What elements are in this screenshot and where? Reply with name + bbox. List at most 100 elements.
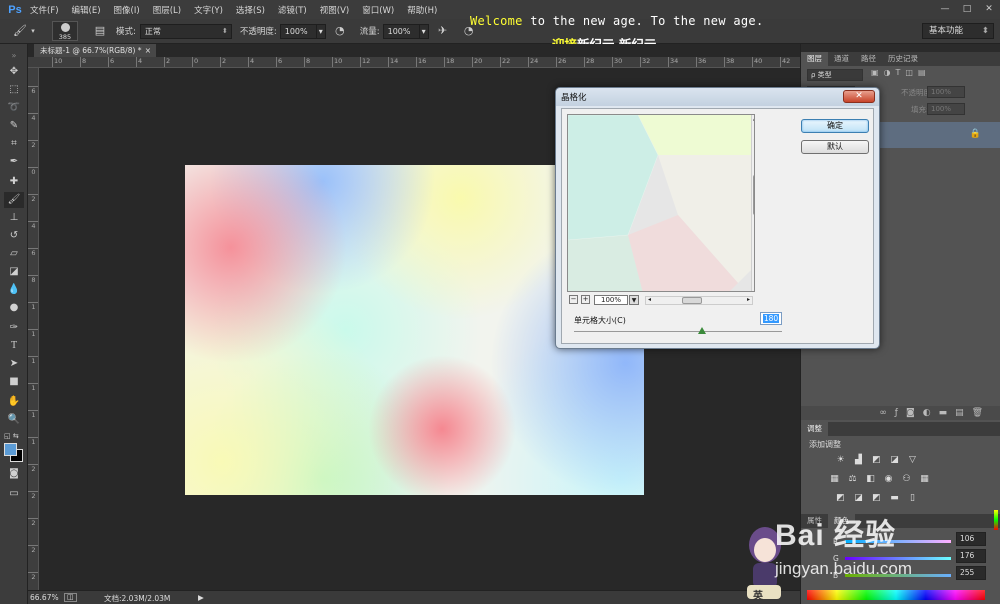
scroll-right-icon[interactable]: ▸ (747, 296, 750, 303)
paint-bucket-tool-icon[interactable]: ◪ (4, 264, 24, 280)
zoom-level[interactable]: 66.67% (30, 593, 59, 602)
scroll-up-icon[interactable]: ▲ (753, 116, 754, 122)
curves-icon[interactable]: ◩ (870, 455, 883, 466)
quick-select-tool-icon[interactable]: ✎ (4, 118, 24, 134)
clone-stamp-tool-icon[interactable]: ⊥ (4, 210, 24, 226)
menu-image[interactable]: 图像(I) (114, 4, 140, 16)
tab-channels[interactable]: 通道 (828, 52, 855, 66)
zoom-field[interactable]: 100% (594, 295, 628, 305)
chevron-down-icon[interactable]: ▼ (629, 295, 639, 305)
color-lookup-icon[interactable]: ▦ (918, 474, 931, 485)
tab-close-icon[interactable]: × (145, 44, 151, 57)
brush-preset-picker[interactable]: 385 (52, 21, 78, 41)
toolbox-collapse-icon[interactable]: » (4, 48, 24, 64)
channel-mixer-icon[interactable]: ⚇ (900, 474, 913, 485)
menu-filter[interactable]: 滤镜(T) (278, 4, 307, 16)
ok-button[interactable]: 确定 (801, 119, 869, 133)
tab-adjustments[interactable]: 调整 (801, 422, 828, 436)
history-brush-tool-icon[interactable]: ↺ (4, 228, 24, 244)
menu-file[interactable]: 文件(F) (30, 4, 59, 16)
hue-saturation-icon[interactable]: ▦ (828, 474, 841, 485)
layer-filter-select[interactable]: ρ 类型 (807, 69, 863, 81)
vibrance-icon[interactable]: ▽ (906, 455, 919, 466)
color-balance-icon[interactable]: ⚖ (846, 474, 859, 485)
mode-select[interactable]: 正常 ⬍ (139, 23, 232, 39)
layer-filter-icons[interactable]: ▣◑T◫▤ (871, 68, 931, 77)
color-g-value[interactable]: 176 (956, 549, 986, 563)
menu-type[interactable]: 文字(Y) (194, 4, 223, 16)
crop-tool-icon[interactable]: ⌗ (4, 136, 24, 152)
layers-footer-icons[interactable]: ∞ƒ◙◐▬▤🗑 (801, 406, 1000, 420)
scroll-left-icon[interactable]: ◂ (648, 296, 651, 303)
preview-hscroll-thumb[interactable] (682, 297, 702, 304)
hand-tool-icon[interactable]: ✋ (4, 394, 24, 410)
preview-scroll-thumb[interactable] (753, 175, 754, 215)
status-menu-arrow-icon[interactable]: ▶ (198, 593, 204, 602)
posterize-icon[interactable]: ◪ (852, 493, 865, 504)
gradient-map-icon[interactable]: ▬ (888, 493, 901, 504)
marquee-tool-icon[interactable]: ⬚ (4, 82, 24, 98)
status-export-icon[interactable]: ◫ (64, 593, 77, 602)
black-white-icon[interactable]: ◧ (864, 474, 877, 485)
opacity-dropdown[interactable]: ▾ (315, 23, 326, 39)
brightness-icon[interactable]: ☀ (834, 455, 847, 466)
menu-help[interactable]: 帮助(H) (407, 4, 437, 16)
foreground-color-swatch[interactable] (4, 443, 17, 456)
cell-size-slider[interactable] (574, 327, 782, 334)
pressure-opacity-icon[interactable]: ◔ (332, 23, 348, 39)
layer-fill-field[interactable]: 100% (927, 103, 965, 115)
preview-horizontal-scrollbar[interactable]: ◂ ▸ (645, 296, 753, 305)
path-selection-tool-icon[interactable]: ➤ (4, 356, 24, 372)
selective-color-icon[interactable]: ▯ (906, 493, 919, 504)
zoom-tool-icon[interactable]: 🔍 (4, 412, 24, 428)
rectangle-tool-icon[interactable]: ■ (4, 374, 24, 390)
screen-mode-icon[interactable]: ▭ (4, 486, 24, 502)
filter-preview[interactable]: ▲ (567, 114, 755, 292)
layer-opacity-field[interactable]: 100% (927, 86, 965, 98)
pen-tool-icon[interactable]: ✑ (4, 320, 24, 336)
photo-filter-icon[interactable]: ◉ (882, 474, 895, 485)
preview-vertical-scrollbar[interactable]: ▲ (751, 115, 754, 291)
opacity-field[interactable]: 100% (279, 23, 316, 39)
type-tool-icon[interactable]: T (4, 338, 24, 354)
menu-edit[interactable]: 编辑(E) (72, 4, 101, 16)
flow-dropdown[interactable]: ▾ (418, 23, 429, 39)
move-tool-icon[interactable]: ✥ (4, 64, 24, 80)
cell-size-slider-knob[interactable] (698, 327, 706, 334)
cell-size-field[interactable]: 180 (760, 312, 782, 325)
levels-icon[interactable]: ▟ (852, 455, 865, 466)
dialog-close-button[interactable]: ✕ (843, 90, 875, 103)
eraser-tool-icon[interactable]: ▱ (4, 246, 24, 262)
workspace-select[interactable]: 基本功能 ⬍ (922, 23, 994, 39)
brush-panel-icon[interactable]: ▤ (92, 23, 108, 39)
close-window-button[interactable]: ✕ (978, 0, 1000, 19)
default-button[interactable]: 默认 (801, 140, 869, 154)
tab-layers[interactable]: 图层 (801, 52, 828, 66)
lasso-tool-icon[interactable]: ➰ (4, 100, 24, 116)
tab-history[interactable]: 历史记录 (882, 52, 924, 66)
brush-tool-icon[interactable]: 🖌 (12, 23, 28, 39)
color-r-value[interactable]: 106 (956, 532, 986, 546)
menu-view[interactable]: 视图(V) (320, 4, 349, 16)
brush-tool-icon[interactable]: 🖌 (4, 192, 24, 208)
document-tab[interactable]: 未标题-1 @ 66.7%(RGB/8) * × (34, 44, 156, 57)
quick-mask-icon[interactable]: ◙ (4, 466, 24, 482)
maximize-button[interactable]: □ (956, 0, 978, 19)
menu-select[interactable]: 选择(S) (236, 4, 265, 16)
threshold-icon[interactable]: ◩ (870, 493, 883, 504)
minimize-button[interactable]: — (934, 0, 956, 19)
invert-icon[interactable]: ◩ (834, 493, 847, 504)
zoom-out-button[interactable]: − (569, 295, 578, 304)
color-b-value[interactable]: 255 (956, 566, 986, 580)
default-colors-icon[interactable]: ◱ ⇆ (4, 428, 24, 444)
menu-layer[interactable]: 图层(L) (153, 4, 181, 16)
dialog-titlebar[interactable]: 晶格化 ✕ (556, 88, 879, 106)
chevron-down-icon[interactable]: ▾ (28, 23, 38, 39)
exposure-icon[interactable]: ◪ (888, 455, 901, 466)
healing-brush-tool-icon[interactable]: ✚ (4, 174, 24, 190)
airbrush-icon[interactable]: ✈ (435, 23, 451, 39)
flow-field[interactable]: 100% (382, 23, 419, 39)
blur-tool-icon[interactable]: 💧 (4, 282, 24, 298)
zoom-in-button[interactable]: + (581, 295, 590, 304)
tab-paths[interactable]: 路径 (855, 52, 882, 66)
